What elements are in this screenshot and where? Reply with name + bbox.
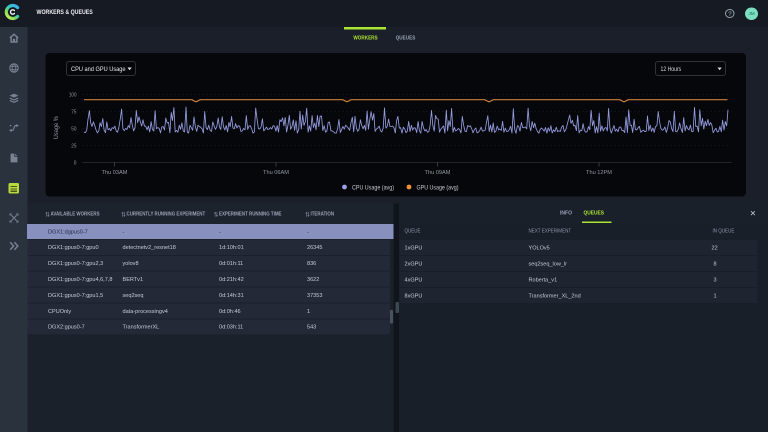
svg-text:0: 0 bbox=[74, 161, 77, 167]
svg-text:CPU Usage (avg): CPU Usage (avg) bbox=[352, 185, 394, 191]
svg-text:Thu 09AM: Thu 09AM bbox=[425, 170, 451, 176]
svg-text:Thu 12PM: Thu 12PM bbox=[586, 170, 612, 176]
svg-text:GPU Usage (avg): GPU Usage (avg) bbox=[417, 185, 459, 191]
svg-text:25: 25 bbox=[71, 144, 76, 150]
svg-text:50: 50 bbox=[71, 127, 76, 133]
svg-text:Thu 06AM: Thu 06AM bbox=[263, 170, 289, 176]
svg-text:Usage %: Usage % bbox=[54, 116, 60, 140]
svg-text:100: 100 bbox=[69, 93, 77, 99]
svg-text:75: 75 bbox=[71, 110, 76, 116]
svg-text:Thu 03AM: Thu 03AM bbox=[102, 170, 128, 176]
